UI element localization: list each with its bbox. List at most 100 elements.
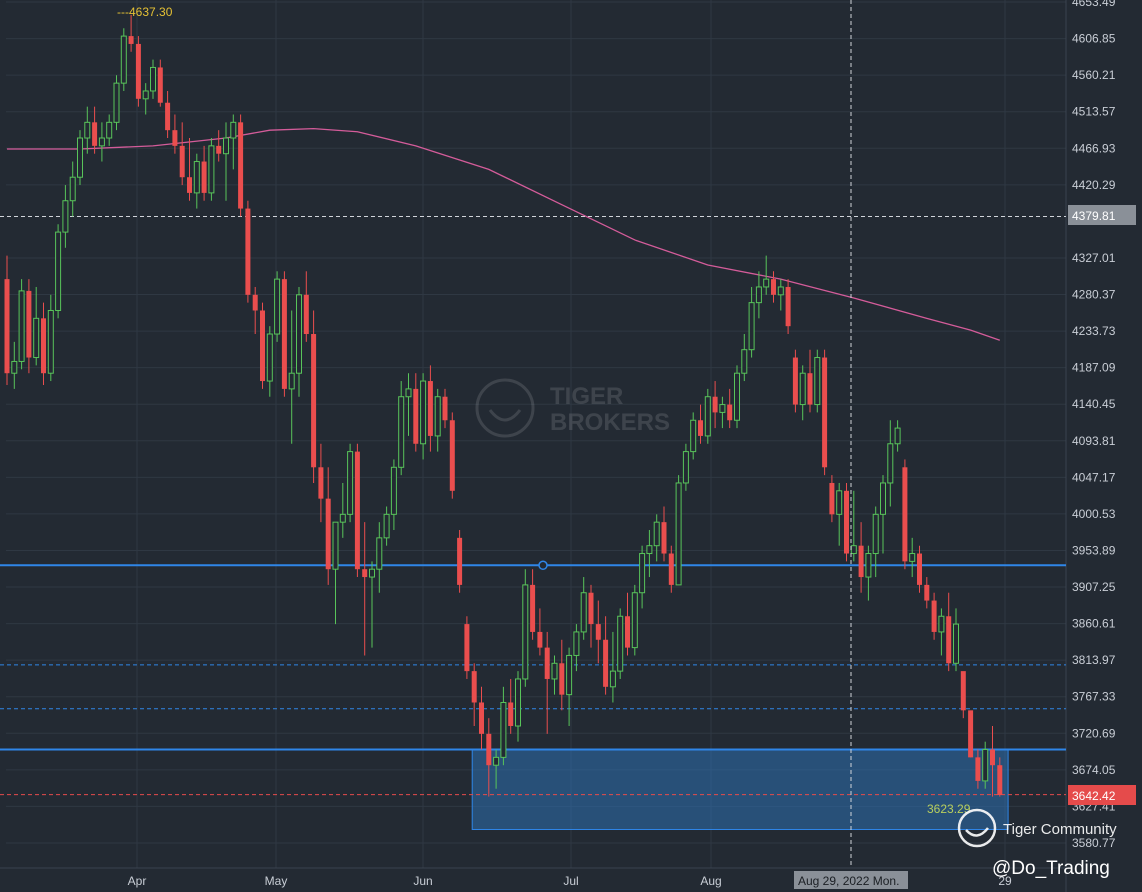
current-price-text: 3642.42 bbox=[1072, 789, 1116, 803]
candle-body bbox=[281, 279, 287, 389]
candlestick-chart: TIGER BROKERS 4653.49 4606.85 4560.21 4513.… bbox=[0, 0, 1142, 892]
candle-body bbox=[975, 757, 981, 781]
candle-body bbox=[727, 404, 733, 421]
price-tick-label: 4140.45 bbox=[1072, 397, 1116, 411]
candle-body bbox=[953, 623, 959, 664]
candle-body bbox=[449, 420, 455, 491]
candle bbox=[457, 530, 463, 593]
candle-body bbox=[427, 381, 433, 436]
candle-body bbox=[208, 145, 215, 194]
price-tick-label: 4233.73 bbox=[1072, 324, 1116, 338]
candle-body bbox=[631, 592, 638, 649]
candle bbox=[311, 310, 317, 483]
candle-body bbox=[347, 451, 354, 515]
candle-body bbox=[917, 553, 922, 585]
candle-body bbox=[814, 357, 821, 406]
crosshair-date-text: Aug 29, 2022 Mon. bbox=[798, 874, 899, 888]
candle bbox=[238, 114, 244, 217]
price-tick-label: 3813.97 bbox=[1072, 653, 1116, 667]
candle bbox=[347, 443, 354, 523]
candle-body bbox=[457, 537, 463, 585]
candle-body bbox=[120, 35, 127, 84]
candle-body bbox=[668, 553, 674, 585]
price-tick-label: 3580.77 bbox=[1072, 836, 1116, 850]
high-price-label: ---4637.30 bbox=[117, 5, 173, 19]
candle-body bbox=[260, 310, 265, 382]
candle bbox=[354, 443, 360, 578]
candle bbox=[617, 608, 624, 679]
candle-body bbox=[530, 584, 536, 632]
candle-body bbox=[303, 294, 309, 335]
candle-body bbox=[369, 568, 375, 578]
support-zone[interactable] bbox=[471, 749, 1009, 830]
candle bbox=[522, 569, 529, 687]
candle-body bbox=[515, 678, 521, 727]
candle-body bbox=[990, 749, 995, 766]
candle-body bbox=[734, 372, 740, 421]
candle bbox=[792, 349, 798, 413]
candle-body bbox=[829, 482, 835, 515]
candle-body bbox=[4, 279, 10, 374]
candle-body bbox=[894, 427, 901, 445]
candle-body bbox=[493, 756, 500, 766]
candle-body bbox=[880, 482, 886, 515]
community-label: Tiger Community bbox=[1003, 821, 1117, 838]
candle-body bbox=[551, 662, 558, 680]
candle-body bbox=[135, 43, 141, 99]
candle-body bbox=[41, 318, 46, 374]
price-tick-label: 4187.09 bbox=[1072, 361, 1116, 375]
price-tick-label: 4606.85 bbox=[1072, 32, 1116, 46]
candle-body bbox=[639, 553, 646, 594]
candle-body bbox=[216, 145, 222, 154]
candle-body bbox=[698, 420, 703, 436]
crosshair-date-tag: Aug 29, 2022 Mon. bbox=[794, 871, 908, 889]
price-tick-label: 3907.25 bbox=[1072, 580, 1116, 594]
candle bbox=[631, 584, 638, 656]
candle-body bbox=[858, 545, 864, 578]
candle-body bbox=[362, 569, 368, 578]
price-tick-label: 4327.01 bbox=[1072, 251, 1116, 265]
candle bbox=[822, 349, 828, 476]
candle bbox=[734, 365, 740, 429]
candle-body bbox=[98, 137, 105, 147]
crosshair-price-text: 4379.81 bbox=[1072, 209, 1116, 223]
candle-body bbox=[113, 82, 120, 123]
candle-body bbox=[771, 279, 776, 295]
candle-body bbox=[617, 615, 624, 672]
date-tick-label: May bbox=[265, 874, 288, 888]
price-tick-label: 3674.05 bbox=[1072, 763, 1116, 777]
candle-body bbox=[274, 278, 281, 335]
price-tick-label: 4466.93 bbox=[1072, 141, 1116, 155]
candle bbox=[814, 349, 821, 413]
candle-body bbox=[405, 388, 412, 398]
candle-body bbox=[887, 443, 894, 484]
candle-body bbox=[376, 537, 383, 570]
candle-body bbox=[486, 733, 492, 766]
candle-body bbox=[603, 639, 609, 687]
candle-body bbox=[755, 286, 762, 304]
candle-body bbox=[609, 670, 616, 688]
candle-body bbox=[69, 176, 76, 202]
candle-body bbox=[931, 600, 937, 632]
price-tick-label: 4093.81 bbox=[1072, 434, 1116, 448]
high-price-value: 4637.30 bbox=[129, 5, 173, 19]
candle-body bbox=[580, 592, 587, 633]
watermark-brand-line2: BROKERS bbox=[550, 409, 670, 436]
candle-body bbox=[172, 130, 178, 146]
candle-body bbox=[675, 482, 682, 586]
candle bbox=[55, 224, 62, 319]
candle bbox=[844, 482, 849, 562]
candle-body bbox=[968, 710, 974, 758]
candle-body bbox=[464, 624, 470, 672]
candle-body bbox=[902, 467, 908, 562]
candle bbox=[902, 459, 908, 570]
candle-body bbox=[763, 278, 770, 288]
candle-body bbox=[332, 521, 339, 570]
candle-body bbox=[318, 467, 324, 499]
candle-body bbox=[33, 317, 40, 359]
candle-body bbox=[62, 200, 69, 233]
candle-body bbox=[288, 372, 295, 390]
current-price-tag: 3642.42 bbox=[1068, 785, 1136, 805]
candle bbox=[245, 200, 251, 303]
candle-body bbox=[522, 584, 529, 680]
